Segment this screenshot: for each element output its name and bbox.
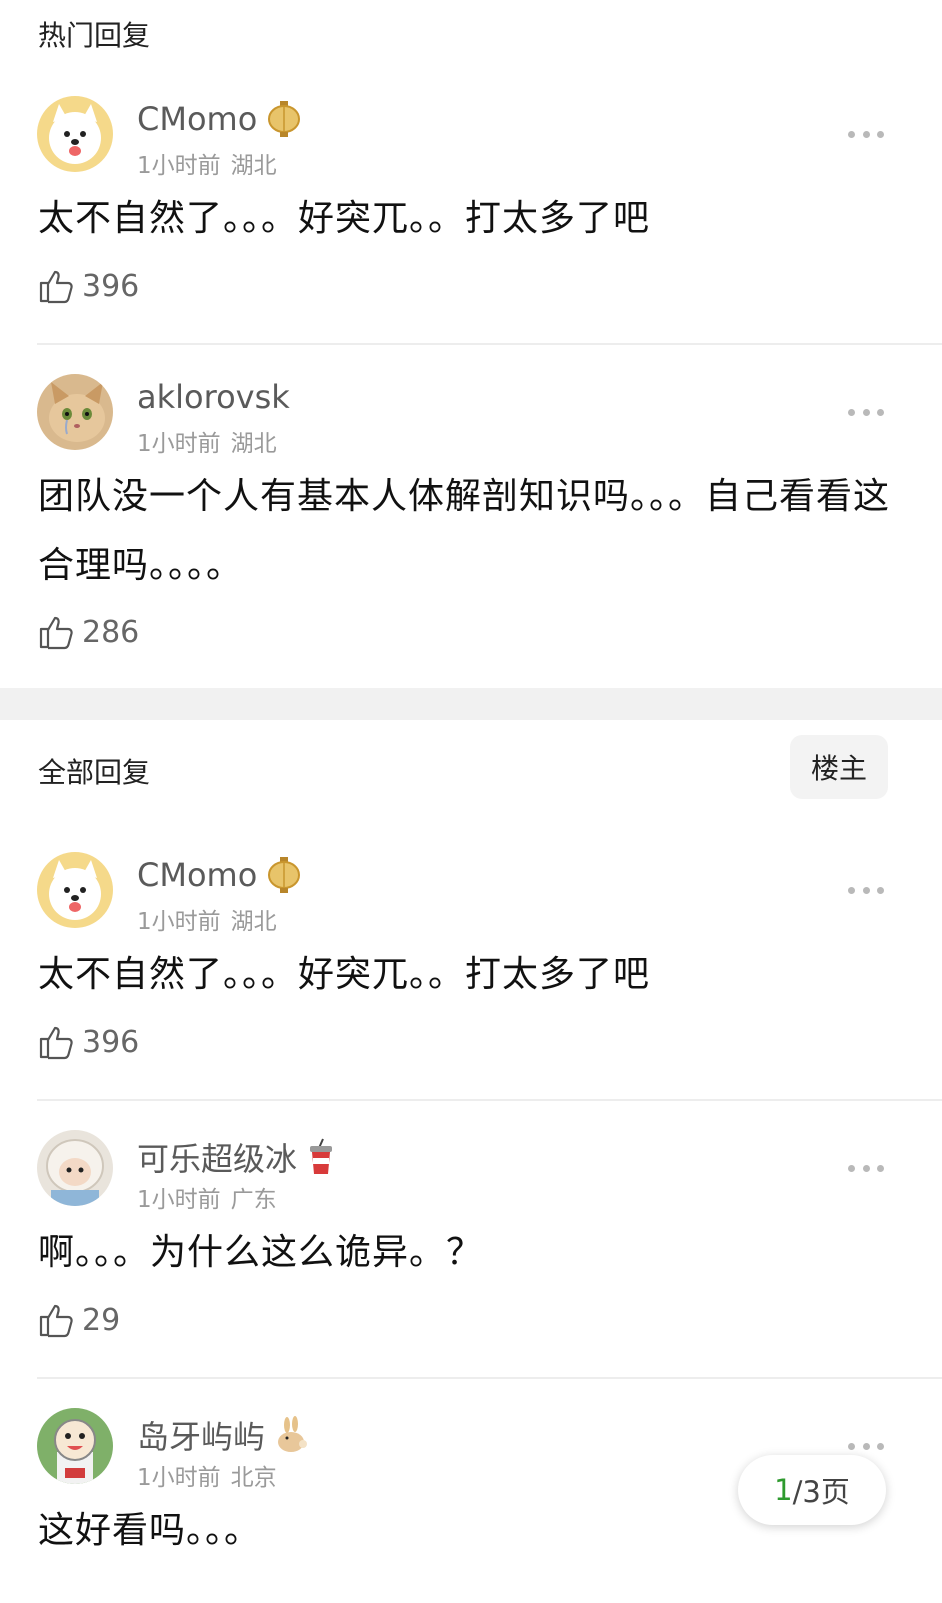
comment-meta: 1小时前 广东 bbox=[137, 1180, 277, 1214]
username-text: CMomo bbox=[137, 856, 258, 894]
divider bbox=[37, 1377, 942, 1379]
like-button[interactable]: 286 bbox=[38, 614, 139, 650]
comment-meta: 1小时前 北京 bbox=[137, 1458, 277, 1492]
username-text: 岛牙屿屿 bbox=[137, 1418, 266, 1456]
like-count: 29 bbox=[82, 1302, 121, 1338]
username[interactable]: CMomo bbox=[137, 856, 301, 894]
comment-text: 啊。。。为什么这么诡异。？ bbox=[38, 1232, 484, 1273]
username[interactable]: 可乐超级冰 bbox=[137, 1134, 335, 1180]
like-button[interactable]: 396 bbox=[38, 268, 139, 304]
like-button[interactable]: 29 bbox=[38, 1302, 120, 1338]
hot-replies-title: 热门回复 bbox=[38, 19, 151, 52]
more-options-icon[interactable] bbox=[848, 129, 884, 139]
username[interactable]: 岛牙屿屿 bbox=[137, 1412, 309, 1458]
section-separator bbox=[0, 688, 942, 720]
comment-meta: 1小时前 湖北 bbox=[137, 424, 277, 458]
comment-location: 湖北 bbox=[230, 153, 277, 179]
comment-time: 1小时前 bbox=[137, 431, 221, 457]
more-options-icon[interactable] bbox=[848, 1441, 884, 1451]
divider bbox=[37, 1099, 942, 1101]
like-count: 396 bbox=[82, 268, 140, 304]
cartoon-avatar-icon bbox=[37, 1408, 113, 1484]
thumbs-up-icon bbox=[39, 1026, 73, 1060]
username[interactable]: aklorovsk bbox=[137, 378, 290, 416]
cola-icon bbox=[310, 1138, 333, 1174]
hooded-avatar-icon bbox=[37, 1130, 113, 1206]
comment-meta: 1小时前 湖北 bbox=[137, 902, 277, 936]
thumbs-up-icon bbox=[39, 616, 73, 650]
comment-time: 1小时前 bbox=[137, 1187, 221, 1213]
dog-avatar-icon bbox=[37, 852, 113, 928]
username-text: aklorovsk bbox=[137, 378, 290, 416]
all-replies-title: 全部回复 bbox=[38, 756, 151, 789]
username-text: CMomo bbox=[137, 100, 258, 138]
thumbs-up-icon bbox=[39, 270, 73, 304]
more-options-icon[interactable] bbox=[848, 1163, 884, 1173]
username[interactable]: CMomo bbox=[137, 100, 301, 138]
comment-time: 1小时前 bbox=[137, 909, 221, 935]
comment-location: 湖北 bbox=[230, 909, 277, 935]
divider bbox=[37, 343, 942, 345]
comment-location: 湖北 bbox=[230, 431, 277, 457]
op-only-button[interactable]: 楼主 bbox=[790, 735, 888, 799]
comment-text: 太不自然了。。。好突兀。。打太多了吧 bbox=[38, 198, 651, 239]
comment-meta: 1小时前 湖北 bbox=[137, 146, 277, 180]
avatar[interactable] bbox=[37, 852, 113, 928]
lantern-icon bbox=[268, 101, 301, 137]
like-count: 286 bbox=[82, 614, 140, 650]
avatar[interactable] bbox=[37, 96, 113, 172]
more-options-icon[interactable] bbox=[848, 885, 884, 895]
current-page: 1 bbox=[774, 1473, 793, 1507]
comment-time: 1小时前 bbox=[137, 153, 221, 179]
username-text: 可乐超级冰 bbox=[137, 1140, 298, 1178]
comment-location: 广东 bbox=[230, 1187, 277, 1213]
like-count: 396 bbox=[82, 1024, 140, 1060]
avatar[interactable] bbox=[37, 1130, 113, 1206]
comment-text: 太不自然了。。。好突兀。。打太多了吧 bbox=[38, 954, 651, 995]
comment-text: 团队没一个人有基本人体解剖知识吗。。。自己看看这合理吗。。。。 bbox=[38, 476, 891, 586]
comment-time: 1小时前 bbox=[137, 1465, 221, 1491]
avatar[interactable] bbox=[37, 1408, 113, 1484]
cat-avatar-icon bbox=[37, 374, 113, 450]
avatar[interactable] bbox=[37, 374, 113, 450]
thumbs-up-icon bbox=[39, 1304, 73, 1338]
more-options-icon[interactable] bbox=[848, 407, 884, 417]
rabbit-icon bbox=[278, 1416, 308, 1452]
like-button[interactable]: 396 bbox=[38, 1024, 139, 1060]
page-total: /3页 bbox=[792, 1475, 850, 1509]
lantern-icon bbox=[268, 857, 301, 893]
comment-location: 北京 bbox=[230, 1465, 277, 1491]
dog-avatar-icon bbox=[37, 96, 113, 172]
page-indicator[interactable]: 1/3页 bbox=[738, 1455, 886, 1525]
